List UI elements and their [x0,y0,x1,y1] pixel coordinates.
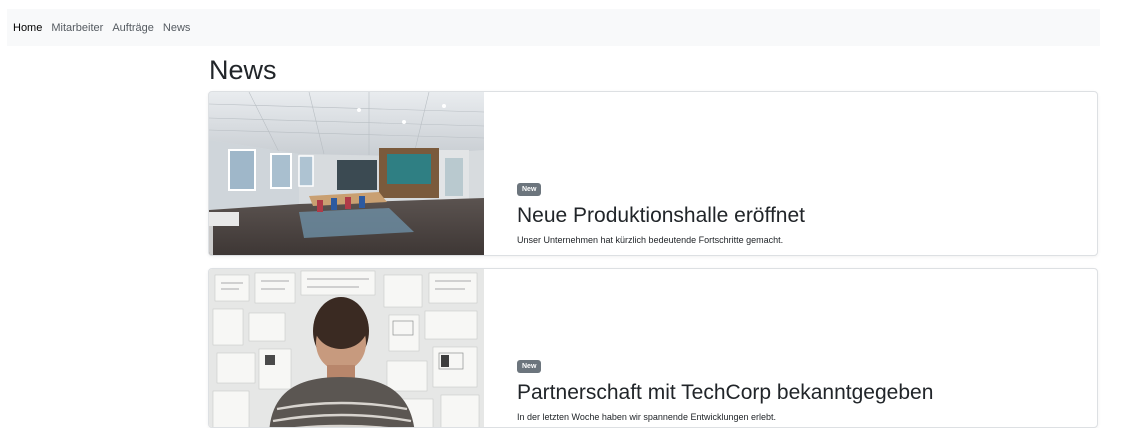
office-photo-image [209,92,484,255]
news-card-text: In der letzten Woche haben wir spannende… [517,412,776,422]
news-card[interactable]: New Neue Produktionshalle eröffnet Unser… [208,91,1098,256]
news-card-title[interactable]: Partnerschaft mit TechCorp bekanntgegebe… [517,380,1077,406]
news-card-text: Unser Unternehmen hat kürzlich bedeutend… [517,235,784,245]
man-at-board-photo-image [209,269,484,427]
nav-link-news[interactable]: News [163,22,191,34]
news-card[interactable]: New Partnerschaft mit TechCorp bekanntge… [208,268,1098,428]
news-card-body: New Neue Produktionshalle eröffnet Unser… [517,178,1077,245]
nav-link-mitarbeiter[interactable]: Mitarbeiter [51,22,103,34]
top-navbar: Home Mitarbeiter Aufträge News [7,9,1100,46]
new-badge: New [517,360,542,373]
news-card-image [209,92,484,255]
nav-link-home[interactable]: Home [13,22,42,34]
news-card-image [209,269,484,427]
news-card-title[interactable]: Neue Produktionshalle eröffnet [517,203,1077,229]
nav-link-auftraege[interactable]: Aufträge [112,22,154,34]
page-title: News [209,55,277,85]
new-badge: New [517,183,542,196]
news-card-body: New Partnerschaft mit TechCorp bekanntge… [517,355,1077,422]
